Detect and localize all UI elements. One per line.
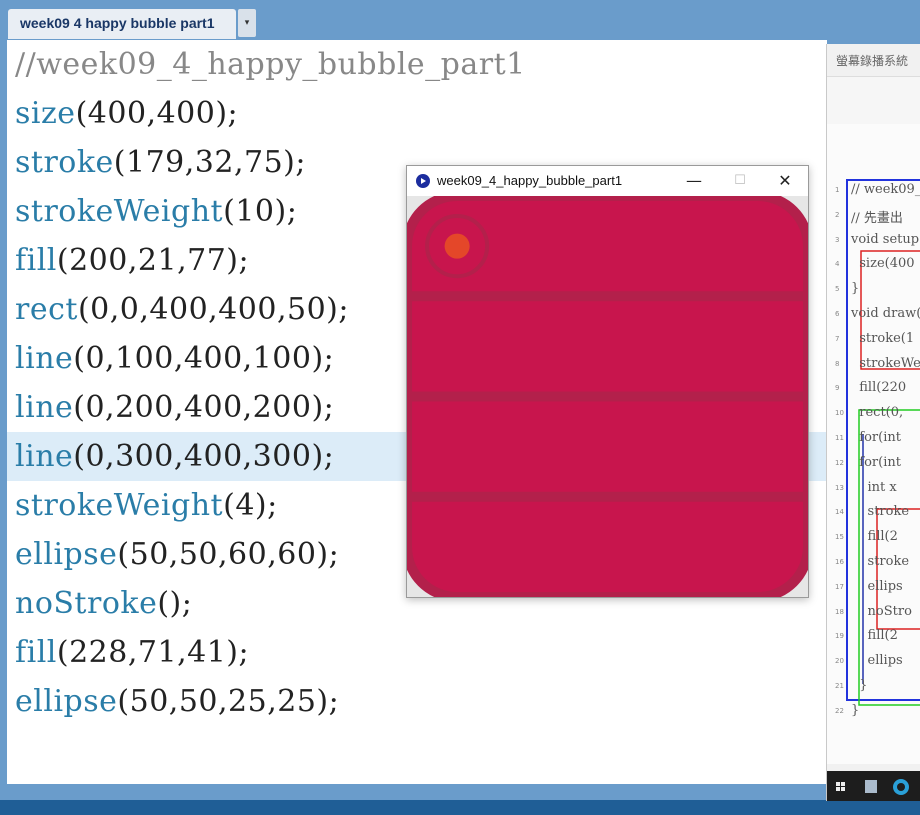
capture-code-line: } [851,678,868,693]
code-line[interactable]: ellipse(50,50,25,25); [7,677,827,726]
taskbar [827,771,920,801]
code-line-text: size(400,400); [15,96,239,131]
inner-dot [444,233,470,259]
capture-code-line: fill(2 [851,529,898,545]
capture-code-line: stroke(1 [851,330,915,346]
close-button[interactable]: ✕ [762,166,808,196]
console-bar [0,800,920,815]
capture-line-number: 5 [835,285,840,294]
capture-code-line: rect(0, [851,405,904,421]
capture-line-number: 9 [835,384,840,393]
capture-code-line: stroke [851,554,910,569]
capture-code-line: void draw( [851,306,920,321]
capture-code-line: for(int [851,454,901,470]
capture-line-number: 16 [835,558,844,566]
capture-code-line: int x [851,479,897,495]
capture-line-number: 1 [835,186,840,194]
sketch-window-title: week09_4_happy_bubble_part1 [437,173,623,188]
code-line-text: ellipse(50,50,25,25); [15,684,340,719]
code-line-text: fill(228,71,41); [15,635,250,670]
capture-code-line: } [851,702,860,718]
tab-bar: week09 4 happy bubble part1 ▾ [0,0,920,40]
capture-line-number: 18 [835,607,844,616]
capture-line-number: 10 [835,409,844,418]
code-line-text: noStroke(); [15,586,193,621]
code-line-text: ellipse(50,50,60,60); [15,537,340,572]
capture-code-line: noStro [851,603,912,619]
capture-code-view: 1 // week09_ 2 // 先畫出 3 void setup 4 size(400 5… [827,124,920,764]
capture-line-number: 14 [835,508,844,517]
maximize-button[interactable]: ☐ [717,166,763,196]
capture-line-number: 21 [835,682,844,690]
sketch-canvas[interactable] [401,190,814,603]
capture-toolbar [827,76,920,126]
code-line-text: line(0,100,400,100); [15,341,335,376]
taskbar-icons [836,779,909,795]
code-line-text: line(0,300,400,300); [15,439,335,474]
capture-line-number: 20 [835,657,844,666]
capture-code-line: void setup [851,231,920,247]
capture-line-number: 15 [835,533,844,542]
capture-code-line: strokeWe [851,355,920,371]
code-line-text: strokeWeight(4); [15,488,278,523]
capture-code-line: // week09_ [851,182,920,197]
capture-line-number: 2 [835,210,840,219]
capture-line-number: 3 [835,235,840,244]
capture-line-number: 13 [835,483,844,492]
code-line-text: strokeWeight(10); [15,194,298,229]
tab-sketch[interactable]: week09 4 happy bubble part1 [8,9,236,39]
capture-window-title: 螢幕錄播系統 [836,54,909,68]
code-line[interactable]: //week09_4_happy_bubble_part1 [7,40,827,89]
capture-line-number: 7 [835,334,840,343]
code-line-text: line(0,200,400,200); [15,390,335,425]
capture-line-number: 17 [835,582,844,591]
capture-line-number: 8 [835,359,840,368]
capture-code-line: stroke [851,504,910,520]
code-line[interactable]: fill(228,71,41); [7,628,827,677]
code-line[interactable]: size(400,400); [7,89,827,138]
capture-code-line: for(int [851,430,901,445]
tab-menu-arrow-icon[interactable]: ▾ [238,9,256,37]
code-line-text: rect(0,0,400,400,50); [15,292,349,327]
capture-line-number: 6 [835,310,840,318]
sketch-title-bar[interactable]: week09_4_happy_bubble_part1 — ☐ ✕ [407,166,808,196]
minimize-button[interactable]: — [671,166,717,196]
capture-code-line: } [851,281,860,297]
capture-line-number: 11 [835,434,844,442]
capture-code-line: // 先畫出 [851,210,903,226]
sketch-window[interactable]: week09_4_happy_bubble_part1 — ☐ ✕ [401,165,814,603]
capture-line-number: 19 [835,632,844,641]
capture-code-line: size(400 [851,256,915,272]
tab-label: week09 4 happy bubble part1 [20,15,215,31]
processing-icon [416,174,430,188]
code-line-text: //week09_4_happy_bubble_part1 [15,47,526,82]
screen-capture-window: 螢幕錄播系統 1 // week09_ 2 // 先畫出 3 void setup 4 si… [826,44,920,801]
code-line-text: stroke(179,32,75); [15,145,306,180]
capture-code-line: fill(220 [851,380,907,396]
code-line-text: fill(200,21,77); [15,243,250,278]
bubble-drawing [401,190,814,603]
capture-line-number: 12 [835,458,844,467]
capture-code-line: ellips [851,653,903,669]
capture-line-number: 22 [835,706,844,715]
capture-code-line: fill(2 [851,628,898,644]
capture-line-number: 4 [835,260,840,269]
capture-code-line: ellips [851,578,903,594]
